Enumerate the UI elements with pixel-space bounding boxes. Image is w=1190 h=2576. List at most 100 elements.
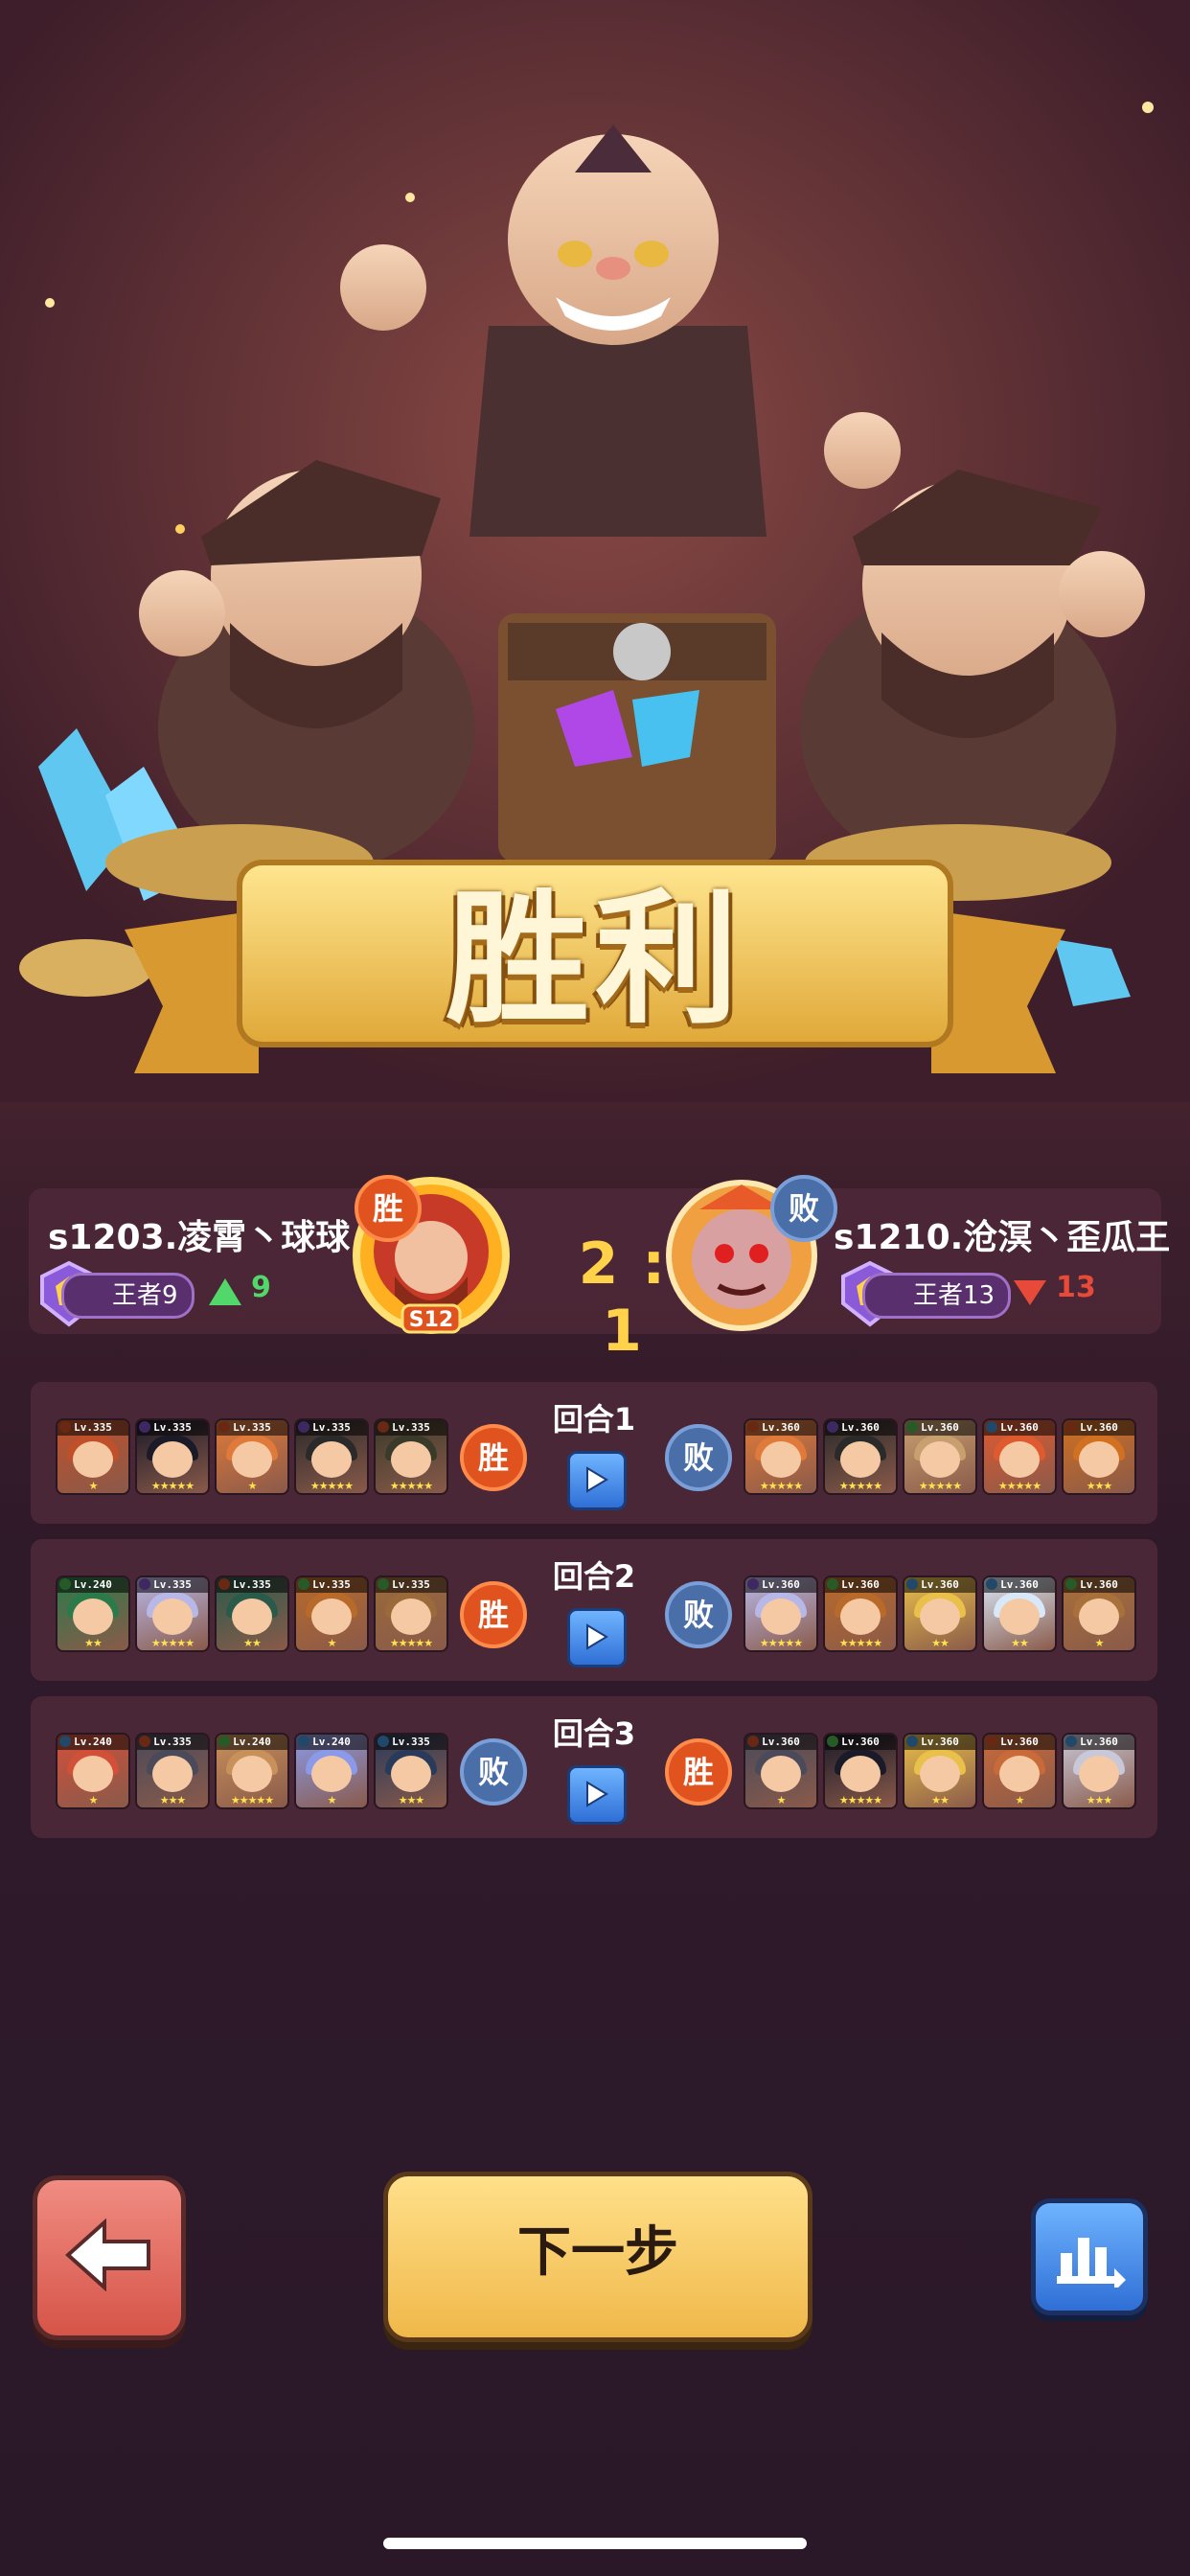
- right-player-name: s1210.沧溟丶歪瓜王: [834, 1218, 1171, 1257]
- hero-level: Lv.360: [904, 1420, 975, 1436]
- hero-stars: ★★★: [159, 1794, 187, 1806]
- replay-button[interactable]: [567, 1451, 627, 1510]
- hero-level: Lv.240: [57, 1577, 128, 1593]
- hero-stars: ★★★★★: [759, 1637, 803, 1649]
- hero-portrait[interactable]: Lv.240 ★: [294, 1733, 369, 1809]
- rank-down-icon: [1014, 1280, 1046, 1305]
- hero-level: Lv.335: [296, 1577, 367, 1593]
- hero-level: Lv.335: [137, 1735, 208, 1750]
- hero-face: [232, 1756, 272, 1792]
- hero-level: Lv.335: [376, 1735, 446, 1750]
- hero-stars: ★★★★★: [150, 1480, 195, 1492]
- hero-portrait[interactable]: Lv.240 ★★★★★: [215, 1733, 289, 1809]
- hero-face: [920, 1756, 960, 1792]
- hero-stars: ★★: [84, 1637, 103, 1649]
- hero-stars: ★★★★★: [150, 1637, 195, 1649]
- hero-portrait[interactable]: Lv.360 ★★★★★: [744, 1576, 818, 1652]
- hero-level: Lv.360: [1064, 1577, 1134, 1593]
- hero-portrait[interactable]: Lv.335 ★: [294, 1576, 369, 1652]
- hero-portrait[interactable]: Lv.360 ★★: [903, 1576, 977, 1652]
- hero-face: [999, 1441, 1040, 1478]
- hero-portrait[interactable]: Lv.360 ★★★★★: [823, 1418, 898, 1495]
- hero-portrait[interactable]: Lv.335 ★: [56, 1418, 130, 1495]
- hero-portrait[interactable]: Lv.335 ★★: [215, 1576, 289, 1652]
- hero-portrait[interactable]: Lv.360 ★: [744, 1733, 818, 1809]
- play-icon: [586, 1623, 608, 1650]
- hero-face: [999, 1756, 1040, 1792]
- hero-portrait[interactable]: Lv.335 ★★★: [374, 1733, 448, 1809]
- hero-level: Lv.360: [904, 1735, 975, 1750]
- hero-portrait[interactable]: Lv.240 ★★: [56, 1576, 130, 1652]
- hero-portrait[interactable]: Lv.335 ★★★: [135, 1733, 210, 1809]
- replay-button[interactable]: [567, 1608, 627, 1668]
- hero-face: [391, 1756, 431, 1792]
- hero-level: Lv.360: [984, 1420, 1055, 1436]
- hero-portrait[interactable]: Lv.360 ★★★★★: [823, 1576, 898, 1652]
- hero-portrait[interactable]: Lv.335 ★★★★★: [294, 1418, 369, 1495]
- hero-portrait[interactable]: Lv.335 ★: [215, 1418, 289, 1495]
- round-label: 回合2: [552, 1558, 636, 1595]
- hero-face: [761, 1598, 801, 1635]
- hero-face: [1079, 1756, 1119, 1792]
- hero-portrait[interactable]: Lv.335 ★★★★★: [135, 1418, 210, 1495]
- hero-portrait[interactable]: Lv.360 ★★: [982, 1576, 1057, 1652]
- hero-level: Lv.240: [217, 1735, 287, 1750]
- round-row: 回合1 胜 败 Lv.335 ★ Lv.335 ★★★★★ Lv.335 ★ Lv.335 ★…: [31, 1382, 1157, 1524]
- right-rank-delta: 13: [1056, 1271, 1096, 1304]
- hero-stars: ★★: [1011, 1637, 1029, 1649]
- hero-stars: ★★★: [1086, 1480, 1113, 1492]
- hero-portrait[interactable]: Lv.360 ★★★★★: [744, 1418, 818, 1495]
- hero-face: [152, 1441, 193, 1478]
- match-summary: s1203.凌霄丶球球 王者9 9 S12 胜 2 : 1 败 s1210.沧溟…: [29, 1175, 1170, 1365]
- back-button[interactable]: [33, 2175, 186, 2340]
- left-round-result: 胜: [460, 1424, 527, 1491]
- hero-face: [232, 1441, 272, 1478]
- hero-stars: ★★: [931, 1794, 950, 1806]
- round-row: 回合3 败 胜 Lv.240 ★ Lv.335 ★★★ Lv.240 ★★★★★ Lv.24…: [31, 1696, 1157, 1838]
- hero-level: Lv.360: [825, 1420, 896, 1436]
- next-step-button[interactable]: 下一步: [383, 2172, 812, 2342]
- hero-portrait[interactable]: Lv.335 ★★★★★: [374, 1418, 448, 1495]
- right-rank-label: 王者13: [862, 1273, 1012, 1319]
- hero-level: Lv.335: [137, 1577, 208, 1593]
- hero-face: [232, 1598, 272, 1635]
- hero-level: Lv.360: [745, 1735, 816, 1750]
- bar-chart-icon: [1057, 2238, 1126, 2288]
- hero-portrait[interactable]: Lv.360 ★★★: [1062, 1733, 1136, 1809]
- hero-level: Lv.360: [984, 1577, 1055, 1593]
- hero-stars: ★★★★★: [838, 1637, 882, 1649]
- hero-stars: ★★★★★: [389, 1637, 433, 1649]
- hero-stars: ★★★: [1086, 1794, 1113, 1806]
- hero-stars: ★★: [243, 1637, 262, 1649]
- hero-level: Lv.360: [825, 1735, 896, 1750]
- hero-portrait[interactable]: Lv.335 ★★★★★: [374, 1576, 448, 1652]
- hero-face: [920, 1441, 960, 1478]
- hero-portrait[interactable]: Lv.360 ★★: [903, 1733, 977, 1809]
- hero-face: [311, 1441, 352, 1478]
- hero-level: Lv.360: [745, 1577, 816, 1593]
- stats-button[interactable]: [1031, 2198, 1148, 2315]
- hero-stars: ★★★★★: [918, 1480, 962, 1492]
- hero-portrait[interactable]: Lv.335 ★★★★★: [135, 1576, 210, 1652]
- hero-portrait[interactable]: Lv.360 ★★★★★: [823, 1733, 898, 1809]
- replay-button[interactable]: [567, 1765, 627, 1825]
- hero-level: Lv.335: [137, 1420, 208, 1436]
- hero-level: Lv.360: [1064, 1420, 1134, 1436]
- hero-face: [761, 1441, 801, 1478]
- round-row: 回合2 胜 败 Lv.240 ★★ Lv.335 ★★★★★ Lv.335 ★★ Lv.33…: [31, 1539, 1157, 1681]
- hero-stars: ★: [327, 1794, 337, 1806]
- hero-portrait[interactable]: Lv.360 ★: [982, 1733, 1057, 1809]
- hero-level: Lv.360: [745, 1420, 816, 1436]
- hero-face: [311, 1598, 352, 1635]
- hero-portrait[interactable]: Lv.360 ★★★★★: [903, 1418, 977, 1495]
- hero-portrait[interactable]: Lv.360 ★: [1062, 1576, 1136, 1652]
- hero-portrait[interactable]: Lv.240 ★: [56, 1733, 130, 1809]
- hero-level: Lv.360: [825, 1577, 896, 1593]
- hero-face: [761, 1756, 801, 1792]
- hero-level: Lv.335: [296, 1420, 367, 1436]
- hero-stars: ★★★★★: [309, 1480, 354, 1492]
- hero-portrait[interactable]: Lv.360 ★★★★★: [982, 1418, 1057, 1495]
- hero-level: Lv.335: [376, 1420, 446, 1436]
- hero-portrait[interactable]: Lv.360 ★★★: [1062, 1418, 1136, 1495]
- left-round-result: 胜: [460, 1581, 527, 1648]
